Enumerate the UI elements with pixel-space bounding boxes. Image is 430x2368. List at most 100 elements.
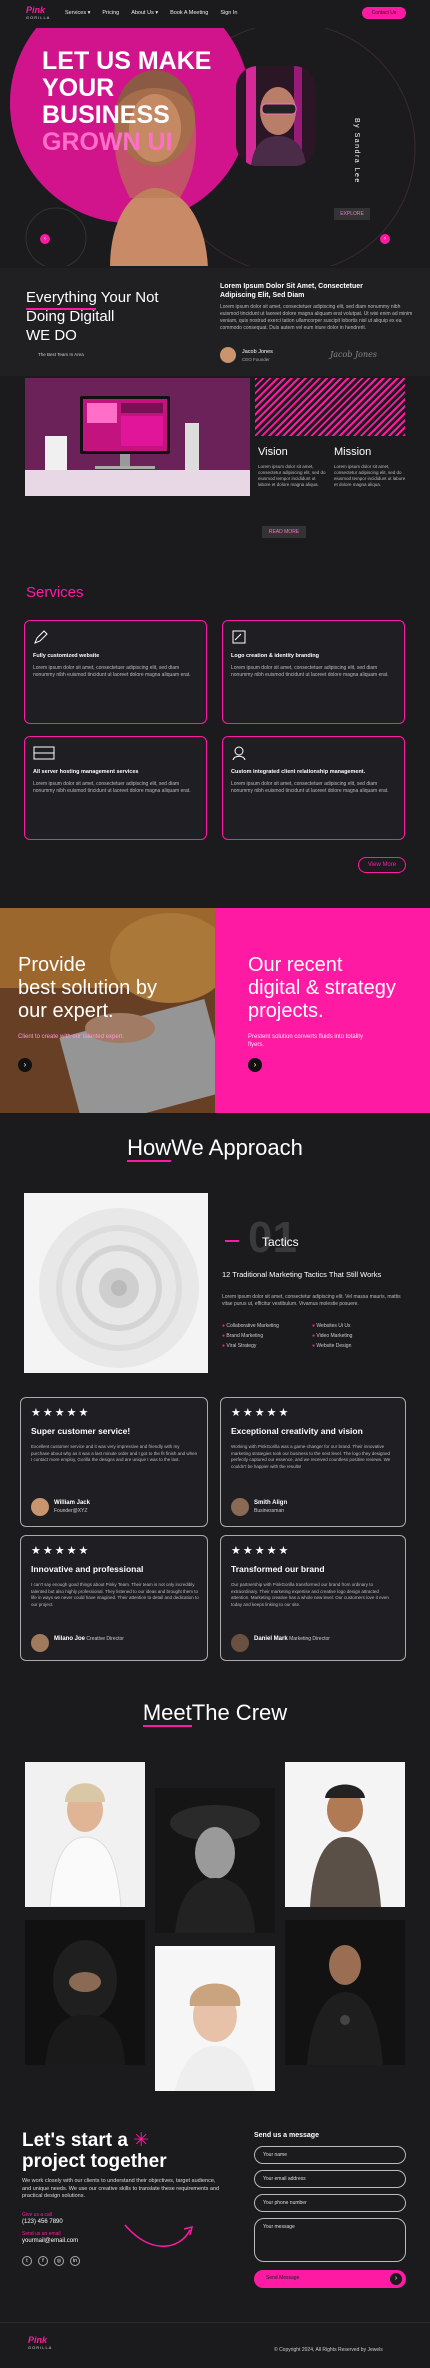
testimonial-card: ★★★★★ Exceptional creativity and vision … [220,1397,406,1527]
split-right-line-3: projects. [248,1000,324,1022]
nav-services[interactable]: Services ▾ [65,10,90,16]
arrow-curve-icon [124,2224,194,2247]
intro-underline [26,308,96,310]
nav-book-meeting[interactable]: Book A Meeting [170,10,208,16]
hero-prev-button[interactable]: ‹ [40,234,50,244]
nav-pricing[interactable]: Pricing [102,10,119,16]
services-section: Services Fully customized website Lorem … [0,560,430,890]
pencil-icon [34,630,48,644]
split-right-line-1: Our recent [248,954,343,976]
testimonial-title: Super customer service! [31,1426,131,1436]
crew-photo[interactable] [25,1920,145,2065]
read-more-button[interactable]: READ MORE [262,526,306,538]
services-title: Services [26,584,84,601]
split-banner: Provide best solution by our expert. Cli… [0,908,430,1113]
crew-photo[interactable] [285,1762,405,1907]
crew-photo[interactable] [155,1946,275,2091]
tactic-list-item: ● Collaborative Marketing [222,1323,279,1329]
testimonial-name: William Jack [54,1500,90,1506]
arrow-right-icon: › [390,2273,402,2285]
name-field[interactable]: Your name [254,2146,406,2164]
phone-field[interactable]: Your phone number [254,2194,406,2212]
testimonial-card: ★★★★★ Super customer service! Excellent … [20,1397,208,1527]
phone-number[interactable]: (123) 456 7890 [22,2219,63,2225]
facebook-icon[interactable]: f [38,2256,48,2266]
email-address[interactable]: yourmail@email.com [22,2238,78,2244]
avatar [31,1634,49,1652]
email-field[interactable]: Your email address [254,2170,406,2188]
crew-photo[interactable] [155,1788,275,1933]
contact-body: We work closely with our clients to unde… [22,2178,220,2199]
intro-heading-3: WE DO [26,327,77,344]
instagram-icon[interactable]: ◎ [54,2256,64,2266]
rating-stars: ★★★★★ [231,1407,291,1419]
logo-name: Pink [26,5,46,15]
approach-title-a: How [127,1135,172,1162]
avatar [231,1634,249,1652]
mission-title: Mission [334,446,372,458]
hero-side-image [236,66,316,166]
service-body: Lorem ipsum dolor sit amet, consectetuer… [231,781,389,794]
split-left-line-3: our expert. [18,1000,114,1022]
split-left-arrow-button[interactable]: › [18,1058,32,1072]
nav-sign-in[interactable]: Sign In [220,10,237,16]
footer-logo[interactable]: Pink GORILLA [28,2335,52,2350]
intro-body: Lorem ipsum dolor sit amet, consectetuer… [220,304,413,331]
hero-line-3: BUSINESS [42,101,170,129]
rating-stars: ★★★★★ [231,1545,291,1557]
testimonial-card: ★★★★★ Transformed our brand Our partners… [220,1535,406,1661]
client-icon [232,746,246,761]
tactic-list-item: ● Websites Ui Ux [312,1323,351,1329]
message-field[interactable]: Your message [254,2218,406,2262]
service-title: Logo creation & identity branding [231,653,319,659]
linkedin-icon[interactable]: in [70,2256,80,2266]
service-card[interactable]: All server hosting management services L… [24,736,207,840]
testimonials-section: ★★★★★ Super customer service! Excellent … [0,1395,430,1665]
server-icon [33,746,55,760]
hero-line-2: YOUR [42,74,115,102]
service-card[interactable]: Fully customized website Lorem ipsum dol… [24,620,207,724]
copyright: © Copyright 2024, All Rights Reserved by… [274,2347,383,2353]
split-right-arrow-button[interactable]: › [248,1058,262,1072]
avatar [231,1498,249,1516]
contact-us-button[interactable]: Contact Us [362,7,406,19]
testimonial-card: ★★★★★ Innovative and professional I can'… [20,1535,208,1661]
crew-section: MeetThe Crew [0,1680,430,2100]
logo[interactable]: Pink GORILLA [26,5,50,20]
mail-label: Send us an email [22,2231,61,2237]
crew-photo[interactable] [25,1762,145,1907]
intro-role: CEO Founder [242,357,270,362]
send-message-button[interactable]: Send Message › [254,2270,406,2288]
explore-button[interactable]: EXPLORE [334,208,370,220]
header: Pink GORILLA Services ▾ Pricing About Us… [0,0,430,28]
striped-block [255,378,405,436]
service-title: Custom integrated client relationship ma… [231,769,366,775]
footer: Pink GORILLA © Copyright 2024, All Right… [0,2322,430,2368]
hero-next-button[interactable]: › [380,234,390,244]
split-left-sub: Client to create with our talented exper… [18,1034,125,1040]
avatar [220,347,236,363]
nav-about[interactable]: About Us ▾ [131,10,158,16]
service-body: Lorem ipsum dolor sit amet, consectetuer… [33,665,191,678]
testimonial-title: Innovative and professional [31,1564,144,1574]
testimonial-body: I can't say enough good things about Pin… [31,1582,199,1607]
twitter-icon[interactable]: t [22,2256,32,2266]
logo-sub: GORILLA [26,15,51,20]
vision-body: Lorem ipsum dolor sit amet, consectetur … [258,464,326,487]
workspace-image [25,378,250,496]
view-more-button[interactable]: View More [358,857,406,873]
tactic-list-item: ● Website Design [312,1343,352,1349]
signature: Jacob Jones [330,350,377,359]
crew-photo[interactable] [285,1920,405,2065]
mission-body: Lorem ipsum dolor sit amet, consectetur … [334,464,406,487]
tactic-title: Tactics [262,1235,299,1249]
brand-icon [232,630,246,644]
service-card[interactable]: Custom integrated client relationship ma… [222,736,405,840]
tactic-dash [225,1240,239,1242]
testimonial-body: Our partnership with PinkGorilla transfo… [231,1582,389,1607]
service-title: Fully customized website [33,653,100,659]
avatar [31,1498,49,1516]
contact-heading-1: Let's start a [22,2130,128,2151]
service-card[interactable]: Logo creation & identity branding Lorem … [222,620,405,724]
service-body: Lorem ipsum dolor sit amet, consectetuer… [33,781,191,794]
